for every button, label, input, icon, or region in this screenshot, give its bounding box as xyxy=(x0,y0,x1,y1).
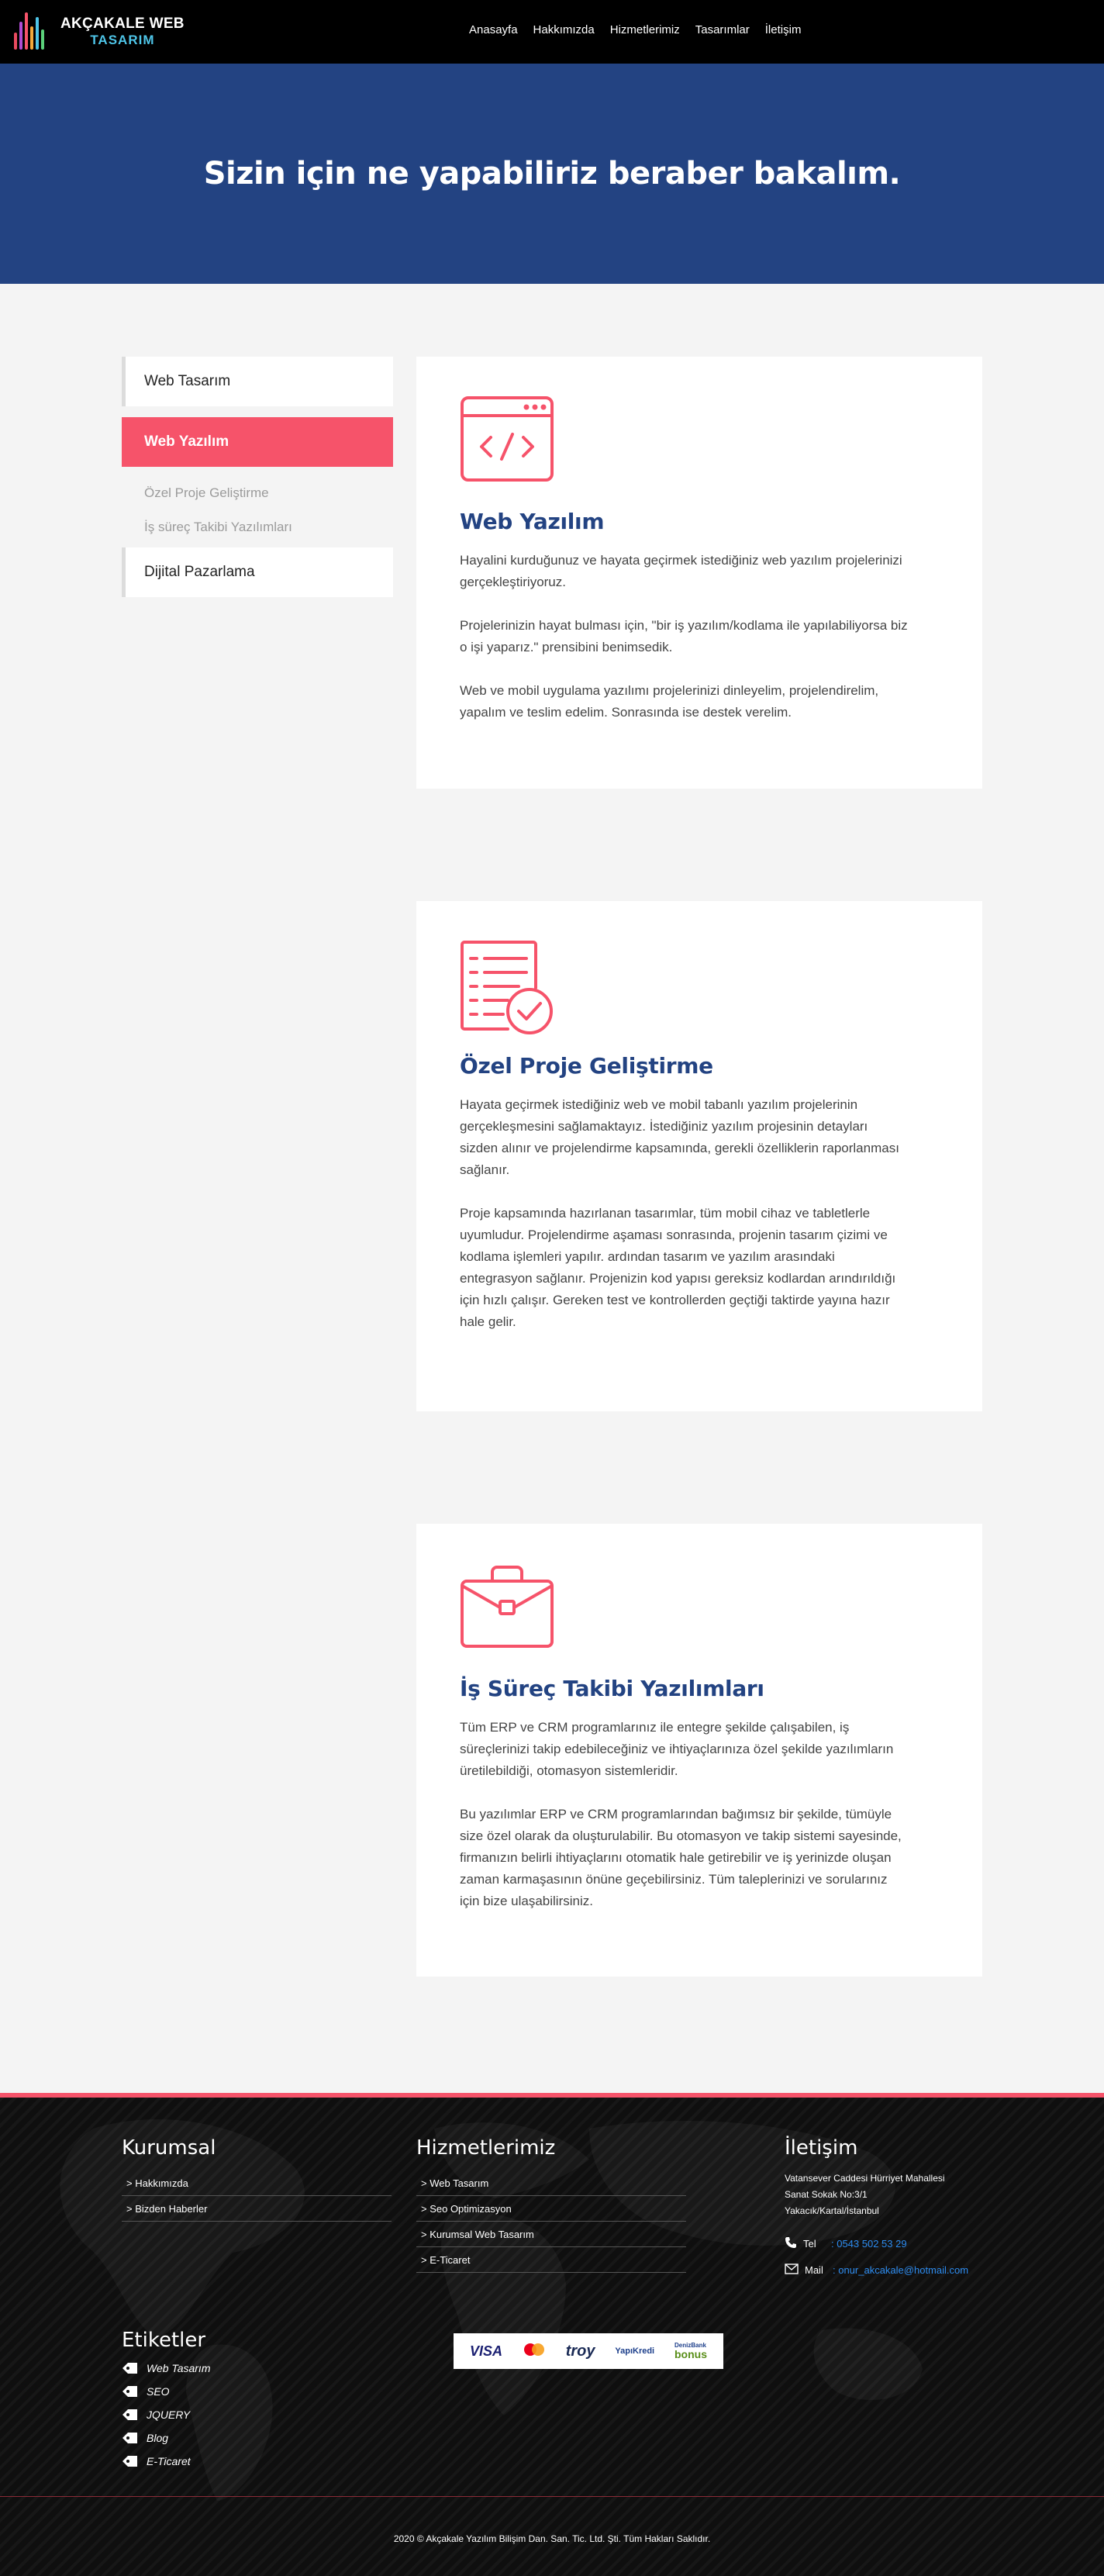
footer-address-line: Vatansever Caddesi Hürriyet Mahallesi xyxy=(785,2173,945,2184)
main-content: Web Tasarım Web Yazılım Özel Proje Geliş… xyxy=(0,284,1104,2093)
footer-link-web-tasarim[interactable]: > Web Tasarım xyxy=(416,2170,686,2196)
tag-item[interactable]: JQUERY xyxy=(122,2403,210,2426)
footer-link-bizden-haberler[interactable]: > Bizden Haberler xyxy=(122,2196,392,2222)
main-nav: Anasayfa Hakkımızda Hizmetlerimiz Tasarı… xyxy=(469,23,816,36)
mastercard-icon xyxy=(523,2343,546,2360)
tag-icon xyxy=(122,2456,137,2467)
nav-iletisim[interactable]: İletişim xyxy=(765,23,802,36)
visa-logo: VISA xyxy=(469,2343,502,2359)
tag-icon xyxy=(122,2386,137,2397)
tag-icon xyxy=(122,2433,137,2443)
footer-link-seo[interactable]: > Seo Optimizasyon xyxy=(416,2196,686,2222)
footer-address-line: Sanat Sokak No:3/1 xyxy=(785,2189,868,2200)
bonus-logo: DenizBank bonus xyxy=(674,2343,707,2360)
card-title: Web Yazılım xyxy=(460,509,605,534)
footer-etiketler: Etiketler Web Tasarım SEO JQUERY Blog E-… xyxy=(122,2329,210,2473)
site-footer: Kurumsal > Hakkımızda > Bizden Haberler … xyxy=(0,2093,1104,2576)
bonus-label: bonus xyxy=(674,2348,707,2360)
card-paragraph: Bu yazılımlar ERP ve CRM programlarından… xyxy=(460,1807,902,1908)
briefcase-icon xyxy=(460,1563,554,1649)
copyright-text: 2020 © Akçakale Yazılım Bilişim Dan. San… xyxy=(393,2533,711,2544)
footer-address-line: Yakacık/Kartal/İstanbul xyxy=(785,2205,879,2216)
service-card-ozel-proje: Özel Proje Geliştirme Hayata geçirmek is… xyxy=(416,901,982,1411)
sidebar-subitem-is-surec[interactable]: İş süreç Takibi Yazılımları xyxy=(122,510,393,544)
footer-link-hakkimizda[interactable]: > Hakkımızda xyxy=(122,2170,392,2196)
footer-mail-row: Mail : onur_akcakale@hotmail.com xyxy=(785,2263,1017,2277)
card-paragraph: Hayalini kurduğunuz ve hayata geçirmek i… xyxy=(460,553,902,589)
nav-anasayfa[interactable]: Anasayfa xyxy=(469,23,518,36)
yapikredi-logo: YapıKredi xyxy=(615,2346,655,2356)
footer-etiketler-title: Etiketler xyxy=(122,2329,206,2352)
phone-number[interactable]: : 0543 502 53 29 xyxy=(831,2238,907,2250)
payment-logos: VISA troy YapıKredi DenizBank bonus xyxy=(454,2333,723,2369)
tag-item[interactable]: SEO xyxy=(122,2380,210,2403)
mail-label: Mail xyxy=(805,2264,823,2276)
logo-bars-icon xyxy=(12,9,50,54)
hero-title: Sizin için ne yapabiliriz beraber bakalı… xyxy=(203,156,901,192)
service-sidebar: Web Tasarım Web Yazılım Özel Proje Geliş… xyxy=(122,357,393,608)
footer-link-kurumsal-web[interactable]: > Kurumsal Web Tasarım xyxy=(416,2222,686,2247)
tag-item[interactable]: Blog xyxy=(122,2426,210,2450)
card-paragraph: Proje kapsamında hazırlanan tasarımlar, … xyxy=(460,1206,896,1329)
sidebar-item-web-yazilim[interactable]: Web Yazılım xyxy=(122,417,393,467)
site-logo[interactable]: AKÇAKALE WEB TASARIM xyxy=(12,9,185,54)
service-card-web-yazilim: Web Yazılım Hayalini kurduğunuz ve hayat… xyxy=(416,357,982,789)
site-header: AKÇAKALE WEB TASARIM Anasayfa Hakkımızda… xyxy=(0,0,1104,64)
card-paragraph: Hayata geçirmek istediğiniz web ve mobil… xyxy=(460,1097,899,1177)
footer-link-e-ticaret[interactable]: > E-Ticaret xyxy=(416,2247,686,2273)
tag-icon xyxy=(122,2363,137,2374)
tag-icon xyxy=(122,2409,137,2420)
footer-hizmetlerimiz: Hizmetlerimiz > Web Tasarım > Seo Optimi… xyxy=(416,2136,686,2273)
footer-iletisim: İletişim Vatansever Caddesi Hürriyet Mah… xyxy=(785,2136,1017,2277)
tag-label: Blog xyxy=(147,2432,169,2444)
phone-label: Tel xyxy=(803,2238,816,2250)
card-paragraph: Projelerinizin hayat bulması için, "bir … xyxy=(460,618,908,654)
phone-icon xyxy=(785,2236,797,2251)
footer-hizmetler-title: Hizmetlerimiz xyxy=(416,2136,556,2160)
mail-icon xyxy=(785,2263,799,2277)
tag-item[interactable]: E-Ticaret xyxy=(122,2450,210,2473)
tag-label: JQUERY xyxy=(147,2409,191,2421)
tag-label: Web Tasarım xyxy=(147,2362,211,2374)
tag-item[interactable]: Web Tasarım xyxy=(122,2357,210,2380)
logo-title: AKÇAKALE WEB xyxy=(60,16,185,33)
nav-hakkimizda[interactable]: Hakkımızda xyxy=(533,23,595,36)
mail-address[interactable]: : onur_akcakale@hotmail.com xyxy=(833,2264,968,2276)
footer-kurumsal-title: Kurumsal xyxy=(122,2136,216,2160)
card-title: Özel Proje Geliştirme xyxy=(460,1053,713,1079)
troy-logo: troy xyxy=(565,2342,595,2360)
footer-iletisim-title: İletişim xyxy=(785,2136,858,2160)
nav-hizmetlerimiz[interactable]: Hizmetlerimiz xyxy=(610,23,680,36)
card-paragraph: Tüm ERP ve CRM programlarınız ile entegr… xyxy=(460,1720,894,1778)
nav-tasarimlar[interactable]: Tasarımlar xyxy=(695,23,750,36)
card-paragraph: Web ve mobil uygulama yazılımı projeleri… xyxy=(460,683,879,720)
sidebar-item-dijital-pazarlama[interactable]: Dijital Pazarlama xyxy=(122,547,393,597)
sidebar-item-web-tasarim[interactable]: Web Tasarım xyxy=(122,357,393,406)
footer-phone-row: Tel : 0543 502 53 29 xyxy=(785,2236,1017,2251)
card-title: İş Süreç Takibi Yazılımları xyxy=(460,1676,764,1701)
hero-banner: Sizin için ne yapabiliriz beraber bakalı… xyxy=(0,64,1104,284)
checklist-icon xyxy=(460,940,554,1034)
sidebar-sublist: Özel Proje Geliştirme İş süreç Takibi Ya… xyxy=(122,476,393,544)
sidebar-subitem-ozel-proje[interactable]: Özel Proje Geliştirme xyxy=(122,476,393,510)
footer-kurumsal: Kurumsal > Hakkımızda > Bizden Haberler xyxy=(122,2136,392,2222)
code-window-icon xyxy=(460,395,554,482)
logo-subtitle: TASARIM xyxy=(90,33,155,48)
tag-label: SEO xyxy=(147,2385,170,2398)
footer-divider xyxy=(0,2496,1104,2497)
tag-label: E-Ticaret xyxy=(147,2455,191,2467)
service-card-is-surec: İş Süreç Takibi Yazılımları Tüm ERP ve C… xyxy=(416,1524,982,1977)
